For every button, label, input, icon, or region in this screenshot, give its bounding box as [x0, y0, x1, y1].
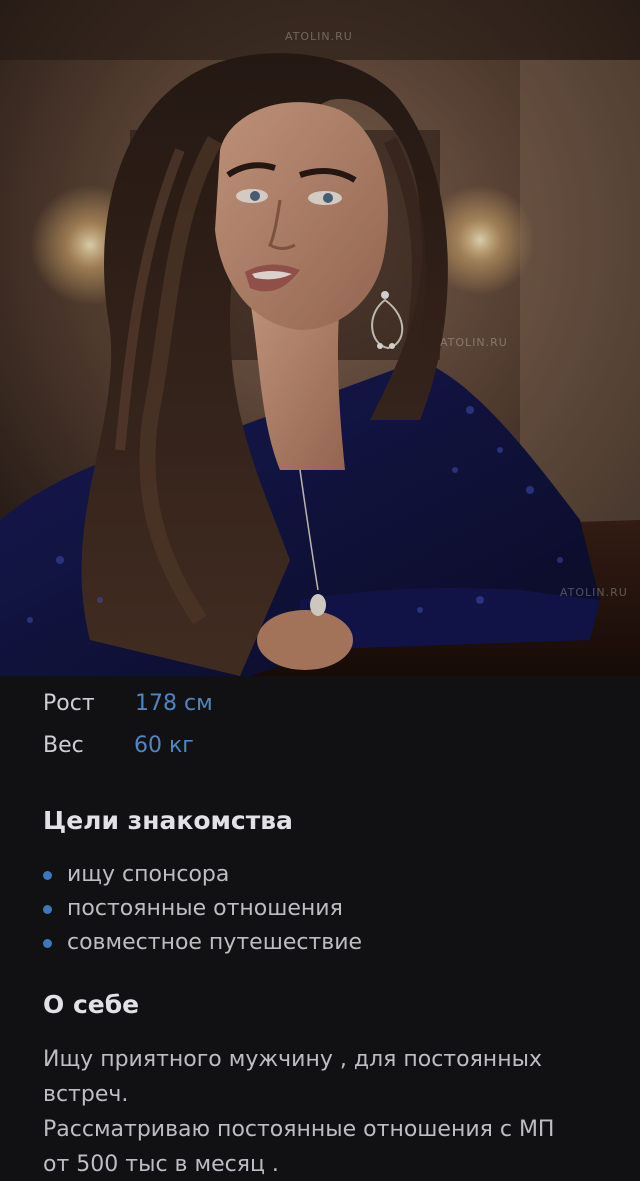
bullet-icon: [43, 870, 52, 880]
watermark-text: ATOLIN.RU: [440, 336, 508, 349]
weight-row: Вес 60 кг: [43, 731, 194, 761]
bullet-icon: [43, 904, 52, 914]
profile-photo[interactable]: ATOLIN.RU ATOLIN.RU ATOLIN.RU: [0, 0, 640, 676]
goal-text: совместное путешествие: [67, 930, 363, 955]
watermark-text: ATOLIN.RU: [560, 586, 628, 599]
list-item: совместное путешествие: [43, 926, 362, 960]
goals-list: ищу спонсора постоянные отношения совмес…: [43, 858, 362, 960]
goal-text: ищу спонсора: [67, 862, 230, 887]
goals-heading: Цели знакомства: [43, 806, 293, 835]
about-heading: О себе: [43, 990, 140, 1019]
height-value: 178 см: [135, 691, 213, 716]
weight-label: Вес: [43, 733, 84, 758]
height-label: Рост: [43, 691, 95, 716]
about-line: от 500 тыс в месяц .: [43, 1152, 279, 1177]
weight-value: 60 кг: [134, 733, 194, 758]
profile-info: Рост 178 см Вес 60 кг Цели знакомства ищу …: [0, 676, 640, 1181]
about-line: встреч.: [43, 1082, 129, 1107]
profile-page: ATOLIN.RU ATOLIN.RU ATOLIN.RU Рост 178 см…: [0, 0, 640, 1181]
list-item: ищу спонсора: [43, 858, 362, 892]
about-line: Рассматриваю постоянные отношения с МП: [43, 1117, 555, 1142]
profile-photo-image: [0, 0, 640, 676]
about-text: Ищу приятного мужчину , для постоянных в…: [43, 1042, 613, 1181]
height-row: Рост 178 см: [43, 689, 213, 719]
goal-text: постоянные отношения: [67, 896, 343, 921]
bullet-icon: [43, 938, 52, 948]
about-line: Ищу приятного мужчину , для постоянных: [43, 1047, 542, 1072]
watermark-text: ATOLIN.RU: [285, 30, 353, 43]
list-item: постоянные отношения: [43, 892, 362, 926]
